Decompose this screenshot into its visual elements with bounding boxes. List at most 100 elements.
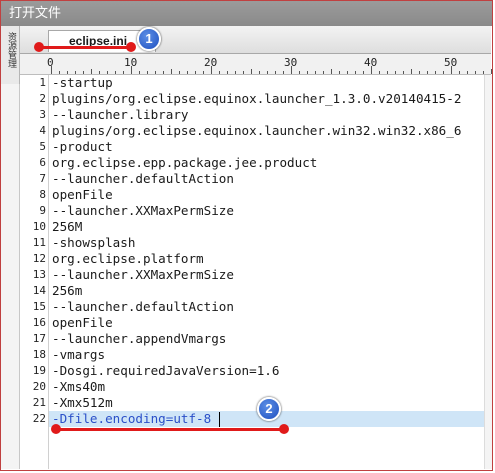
- line-number: 1: [39, 76, 46, 89]
- ruler-tick: [235, 71, 236, 74]
- ruler-tick: [491, 69, 492, 74]
- ruler-tick: [443, 71, 444, 74]
- line-number-gutter: 1 2 3 4 5 6 7 8 9 10 11 12 13 14 15 16 17 18 19 20 21 22: [20, 75, 48, 469]
- annotation-badge-2: 2: [257, 397, 281, 421]
- code-line[interactable]: org.eclipse.platform: [49, 251, 485, 267]
- ruler-tick: [315, 71, 316, 74]
- line-number: 21: [32, 396, 46, 409]
- ruler-tick: [187, 71, 188, 74]
- code-line[interactable]: --launcher.XXMaxPermSize: [49, 203, 485, 219]
- ruler-tick: [195, 71, 196, 74]
- annotation-dot: [51, 424, 61, 434]
- line-number: 18: [32, 348, 46, 361]
- ruler-tick: [99, 71, 100, 74]
- line-number: 4: [39, 124, 46, 137]
- column-ruler: 0 10 20 30 40 50: [20, 54, 492, 75]
- ruler-tick: [107, 71, 108, 74]
- ruler-tick: [59, 71, 60, 74]
- code-line[interactable]: 256m: [49, 283, 485, 299]
- ruler-tick: [427, 71, 428, 74]
- ruler-tick: [379, 71, 380, 74]
- ruler-tick: [163, 71, 164, 74]
- vertical-scrollbar[interactable]: [484, 75, 492, 469]
- code-line[interactable]: -startup: [49, 75, 485, 91]
- line-number: 6: [39, 156, 46, 169]
- code-line[interactable]: plugins/org.eclipse.equinox.launcher_1.3…: [49, 91, 485, 107]
- code-line[interactable]: openFile: [49, 187, 485, 203]
- annotation-badge-1: 1: [137, 27, 161, 51]
- code-line[interactable]: --launcher.defaultAction: [49, 171, 485, 187]
- ruler-tick: [51, 66, 52, 74]
- code-line[interactable]: -Xms40m: [49, 379, 485, 395]
- line-number: 7: [39, 172, 46, 185]
- annotation-line-2: [56, 428, 284, 431]
- ruler-tick: [371, 66, 372, 74]
- ruler-tick: [307, 71, 308, 74]
- annotation-dot: [126, 42, 136, 52]
- ruler-tick: [339, 71, 340, 74]
- code-line[interactable]: org.eclipse.epp.package.jee.product: [49, 155, 485, 171]
- ruler-tick: [251, 69, 252, 74]
- side-panel-label: 资源管理: [6, 32, 16, 68]
- ruler-tick: [419, 71, 420, 74]
- ruler-tick: [395, 71, 396, 74]
- line-number: 11: [32, 236, 46, 249]
- line-number: 16: [32, 316, 46, 329]
- ruler-tick: [435, 71, 436, 74]
- code-line[interactable]: plugins/org.eclipse.equinox.launcher.win…: [49, 123, 485, 139]
- code-line[interactable]: -Dosgi.requiredJavaVersion=1.6: [49, 363, 485, 379]
- ruler-tick: [403, 71, 404, 74]
- ruler-tick: [179, 71, 180, 74]
- ruler-tick: [147, 71, 148, 74]
- ruler-tick: [331, 69, 332, 74]
- code-line[interactable]: --launcher.XXMaxPermSize: [49, 267, 485, 283]
- ruler-tick: [387, 71, 388, 74]
- annotation-dot: [34, 42, 44, 52]
- line-number: 19: [32, 364, 46, 377]
- ruler-tick: [483, 71, 484, 74]
- ruler-tick: [467, 71, 468, 74]
- ruler-tick: [299, 71, 300, 74]
- ruler-tick: [131, 66, 132, 74]
- ruler-tick: [75, 71, 76, 74]
- ruler-tick: [211, 66, 212, 74]
- ruler-tick: [275, 71, 276, 74]
- code-line[interactable]: -product: [49, 139, 485, 155]
- ruler-tick: [363, 71, 364, 74]
- code-line[interactable]: 256M: [49, 219, 485, 235]
- line-number: 10: [32, 220, 46, 233]
- line-number: 3: [39, 108, 46, 121]
- line-number: 8: [39, 188, 46, 201]
- line-number: 5: [39, 140, 46, 153]
- side-panel-tab[interactable]: 资源管理: [1, 26, 20, 84]
- line-number: 17: [32, 332, 46, 345]
- line-number: 13: [32, 268, 46, 281]
- line-number: 22: [32, 412, 46, 425]
- ruler-tick: [123, 71, 124, 74]
- ruler-tick: [411, 69, 412, 74]
- text-cursor: [219, 412, 220, 427]
- code-line[interactable]: --launcher.appendVmargs: [49, 331, 485, 347]
- ruler-tick: [83, 71, 84, 74]
- ruler-tick: [323, 71, 324, 74]
- ruler-tick: [451, 66, 452, 74]
- line-number: 14: [32, 284, 46, 297]
- side-panel-strip: [1, 84, 20, 469]
- annotation-dot: [279, 424, 289, 434]
- line-number: 12: [32, 252, 46, 265]
- ruler-tick: [291, 66, 292, 74]
- tab-strip: eclipse.ini ✕: [20, 26, 491, 54]
- ruler-tick: [155, 71, 156, 74]
- code-line[interactable]: --launcher.library: [49, 107, 485, 123]
- ruler-tick: [459, 71, 460, 74]
- ruler-tick: [259, 71, 260, 74]
- window-title: 打开文件: [1, 1, 492, 26]
- ruler-tick: [139, 71, 140, 74]
- code-line[interactable]: -showsplash: [49, 235, 485, 251]
- ruler-tick: [347, 71, 348, 74]
- code-line[interactable]: --launcher.defaultAction: [49, 299, 485, 315]
- code-line[interactable]: -vmargs: [49, 347, 485, 363]
- line-number: 2: [39, 92, 46, 105]
- code-line[interactable]: openFile: [49, 315, 485, 331]
- ruler-tick: [91, 69, 92, 74]
